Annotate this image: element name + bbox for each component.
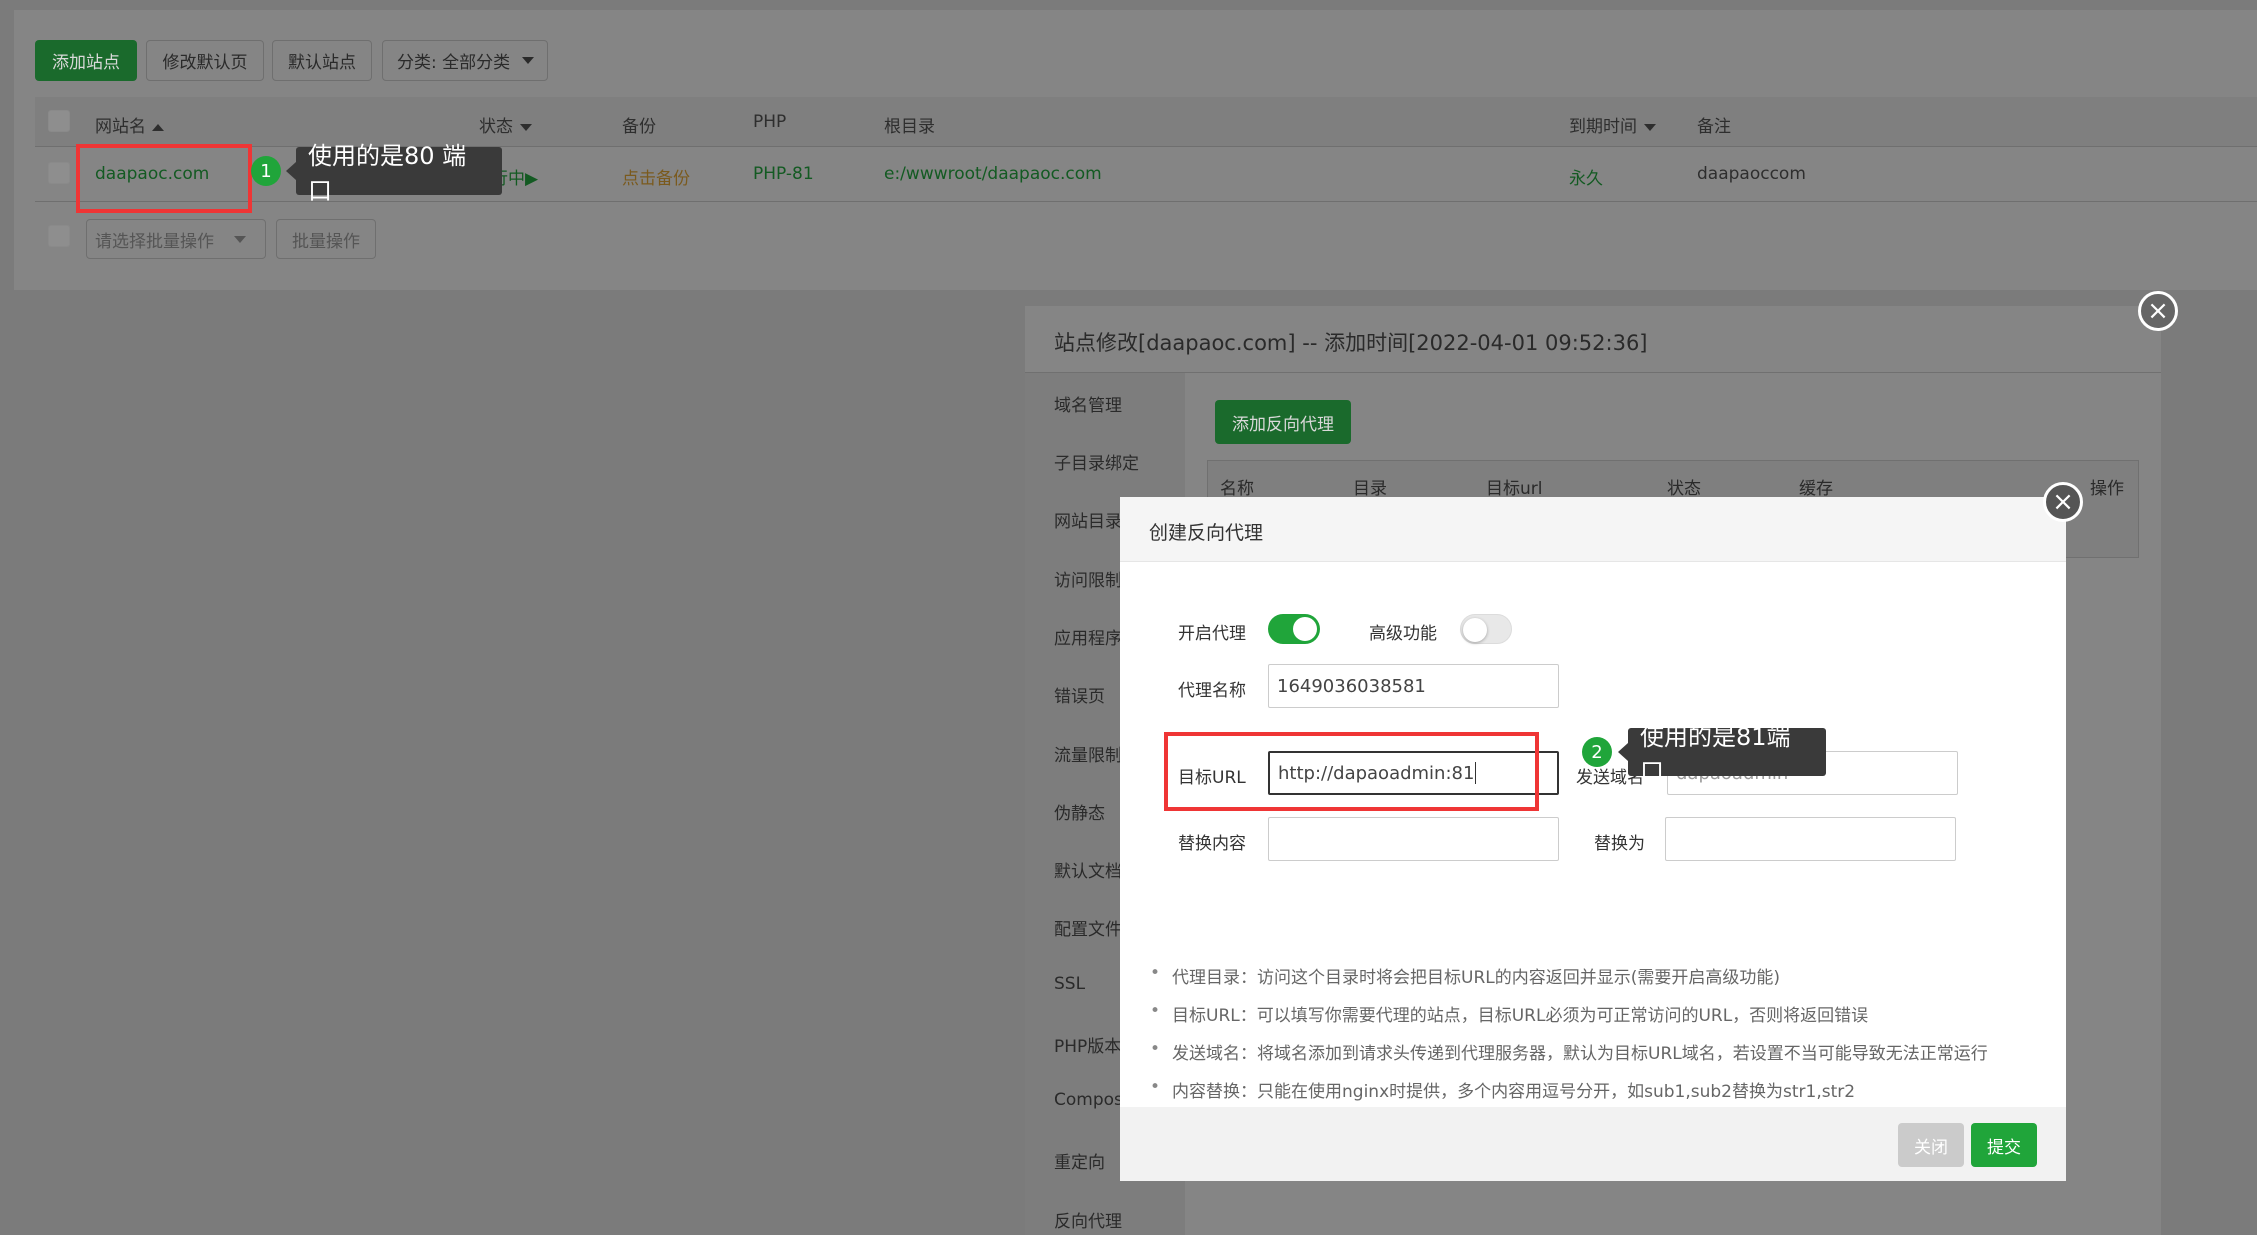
header-backup: 备份	[622, 117, 656, 137]
proxy-col-dir: 目录	[1353, 479, 1387, 499]
advanced-toggle[interactable]	[1460, 614, 1512, 644]
sidebar-item-rewrite[interactable]: 伪静态	[1054, 799, 1105, 824]
toggle-knob	[1463, 618, 1487, 642]
highlight-target-url	[1164, 732, 1539, 811]
sidebar-item-app[interactable]: 应用程序	[1054, 624, 1122, 649]
sidebar-item-subdir[interactable]: 子目录绑定	[1054, 449, 1139, 474]
edit-default-page-button[interactable]: 修改默认页	[146, 40, 264, 81]
header-php: PHP	[753, 112, 787, 132]
chevron-down-icon	[520, 123, 532, 131]
proxy-name-label: 代理名称	[1178, 681, 1246, 701]
sidebar-item-traffic-limit[interactable]: 流量限制	[1054, 741, 1122, 766]
header-expire[interactable]: 到期时间	[1569, 112, 1656, 137]
batch-select-label: 请选择批量操作	[95, 231, 214, 252]
row-checkbox[interactable]	[48, 162, 70, 184]
tooltip-port-81: 使用的是81端口	[1618, 723, 1826, 786]
advanced-label: 高级功能	[1369, 624, 1437, 644]
sidebar-item-reverse-proxy[interactable]: 反向代理	[1054, 1207, 1122, 1232]
note-item: 目标URL：可以填写你需要代理的站点，目标URL必须为可正常访问的URL，否则将…	[1148, 1001, 1988, 1026]
proxy-dialog-close-icon[interactable]: ×	[2043, 482, 2083, 522]
category-select-label: 分类: 全部分类	[397, 53, 511, 73]
note-item: 代理目录：访问这个目录时将会把目标URL的内容返回并显示(需要开启高级功能)	[1148, 963, 1988, 988]
close-button[interactable]: 关闭	[1898, 1123, 1964, 1167]
submit-button[interactable]: 提交	[1971, 1123, 2037, 1167]
tooltip-port-80: 使用的是80 端口	[286, 142, 502, 205]
batch-operate-button[interactable]: 批量操作	[276, 219, 376, 259]
toggle-knob	[1293, 617, 1317, 641]
replace-content-input[interactable]	[1268, 817, 1559, 861]
proxy-col-action: 操作	[2090, 479, 2124, 499]
proxy-col-target: 目标url	[1486, 479, 1543, 499]
enable-proxy-label: 开启代理	[1178, 624, 1246, 644]
highlight-site-name	[76, 144, 252, 213]
chevron-down-icon	[234, 235, 246, 243]
sidebar-item-php-version[interactable]: PHP版本	[1054, 1032, 1121, 1057]
sidebar-item-site-dir[interactable]: 网站目录	[1054, 507, 1122, 532]
row-note[interactable]: daapaoccom	[1697, 164, 1806, 184]
sidebar-item-access-limit[interactable]: 访问限制	[1054, 566, 1122, 591]
site-dialog-close-icon[interactable]: ×	[2138, 291, 2178, 331]
note-item: 内容替换：只能在使用nginx时提供，多个内容用逗号分开，如sub1,sub2替…	[1148, 1077, 1988, 1102]
replace-with-label: 替换为	[1594, 834, 1645, 854]
sidebar-item-ssl[interactable]: SSL	[1054, 974, 1085, 994]
create-proxy-dialog-title: 创建反向代理	[1149, 522, 1264, 544]
enable-proxy-toggle[interactable]	[1268, 614, 1320, 644]
header-root: 根目录	[884, 117, 935, 137]
proxy-name-input[interactable]: 1649036038581	[1268, 664, 1559, 708]
sort-asc-icon	[152, 123, 164, 131]
add-site-button[interactable]: 添加站点	[35, 40, 137, 81]
default-site-button[interactable]: 默认站点	[272, 40, 372, 81]
sidebar-item-domain[interactable]: 域名管理	[1054, 391, 1122, 416]
row-root-link[interactable]: e:/wwwroot/daapaoc.com	[884, 164, 1102, 184]
header-note: 备注	[1697, 117, 1731, 137]
row-backup-link[interactable]: 点击备份	[622, 164, 690, 189]
batch-select[interactable]: 请选择批量操作	[86, 219, 266, 259]
sidebar-item-default-doc[interactable]: 默认文档	[1054, 857, 1122, 882]
site-dialog-title: 站点修改[daapaoc.com] -- 添加时间[2022-04-01 09:…	[1054, 331, 1648, 355]
step-1-badge: 1	[251, 156, 281, 186]
proxy-col-name: 名称	[1220, 479, 1254, 499]
replace-content-label: 替换内容	[1178, 834, 1246, 854]
proxy-help-notes: 代理目录：访问这个目录时将会把目标URL的内容返回并显示(需要开启高级功能) 目…	[1148, 963, 1988, 1115]
sidebar-item-config[interactable]: 配置文件	[1054, 915, 1122, 940]
header-site-name[interactable]: 网站名	[95, 112, 164, 137]
header-status[interactable]: 状态	[479, 112, 532, 137]
row-expire[interactable]: 永久	[1569, 164, 1603, 189]
step-2-badge: 2	[1582, 737, 1612, 767]
proxy-col-cache: 缓存	[1799, 479, 1833, 499]
proxy-col-status: 状态	[1667, 479, 1701, 499]
replace-with-input[interactable]	[1665, 817, 1956, 861]
sidebar-item-error-page[interactable]: 错误页	[1054, 682, 1105, 707]
add-reverse-proxy-button[interactable]: 添加反向代理	[1215, 400, 1351, 444]
sidebar-item-redirect[interactable]: 重定向	[1054, 1148, 1105, 1173]
chevron-down-icon	[522, 57, 535, 64]
select-all-checkbox[interactable]	[48, 110, 70, 132]
row-php-link[interactable]: PHP-81	[753, 164, 814, 184]
category-select[interactable]: 分类: 全部分类	[382, 40, 548, 81]
batch-checkbox[interactable]	[48, 225, 70, 247]
note-item: 发送域名：将域名添加到请求头传递到代理服务器，默认为目标URL域名，若设置不当可…	[1148, 1039, 1988, 1064]
chevron-down-icon	[1644, 123, 1656, 131]
